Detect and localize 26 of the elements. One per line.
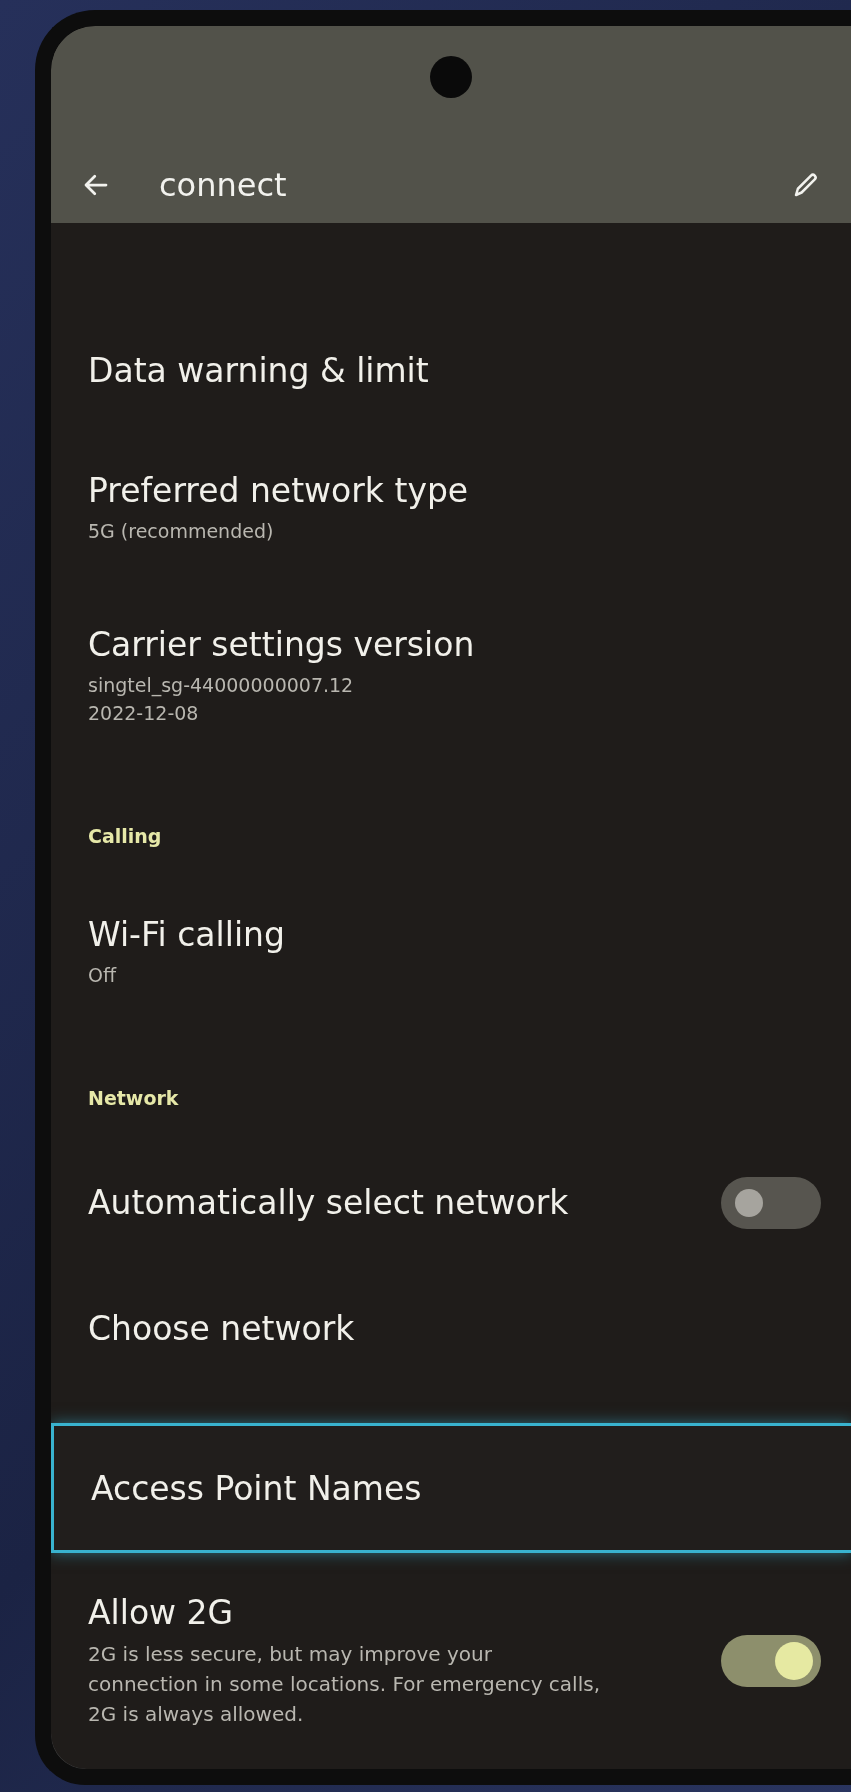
section-header: Network (87, 1086, 180, 1111)
setting-summary: singtel_sg-44000000007.12 2022-12-08 (88, 673, 355, 726)
setting-title: Choose network (88, 1309, 356, 1349)
highlighted-setting-row[interactable]: Access Point Names (51, 1423, 851, 1553)
setting-title: Carrier settings version (88, 625, 476, 665)
setting-row[interactable]: Choose network (51, 1269, 851, 1389)
setting-row[interactable]: Wi-Fi calling Off (51, 875, 851, 1029)
setting-row[interactable]: Preferred network type 5G (recommended) (51, 431, 851, 585)
screen-title: connect (159, 166, 288, 204)
setting-title: Wi-Fi calling (88, 915, 286, 955)
section-header: Calling (87, 824, 163, 849)
setting-summary: 5G (recommended) (88, 519, 275, 544)
setting-row[interactable]: Automatically select network (51, 1137, 851, 1269)
setting-row[interactable]: Data warning & limit (51, 311, 851, 431)
setting-summary: 2G is less secure, but may improve your connection in some locations. For emergency calls, 2G is always allowed. (88, 1641, 601, 1728)
setting-title: Automatically select network (88, 1183, 570, 1223)
setting-title: Access Point Names (91, 1469, 423, 1509)
setting-row[interactable]: Allow 2G 2G is less secure, but may improve your connection in some locations. For emergency calls, 2G is always allowed. (51, 1553, 851, 1769)
setting-title: Allow 2G (88, 1593, 235, 1633)
camera-icon (430, 56, 472, 98)
toggle-switch[interactable] (721, 1635, 821, 1687)
setting-summary: Off (88, 963, 118, 988)
toggle-switch[interactable] (721, 1177, 821, 1229)
setting-title: Preferred network type (88, 471, 470, 511)
setting-title: Data warning & limit (88, 351, 430, 391)
setting-row[interactable]: Carrier settings version singtel_sg-44000000007.12 2022-12-08 (51, 585, 851, 767)
